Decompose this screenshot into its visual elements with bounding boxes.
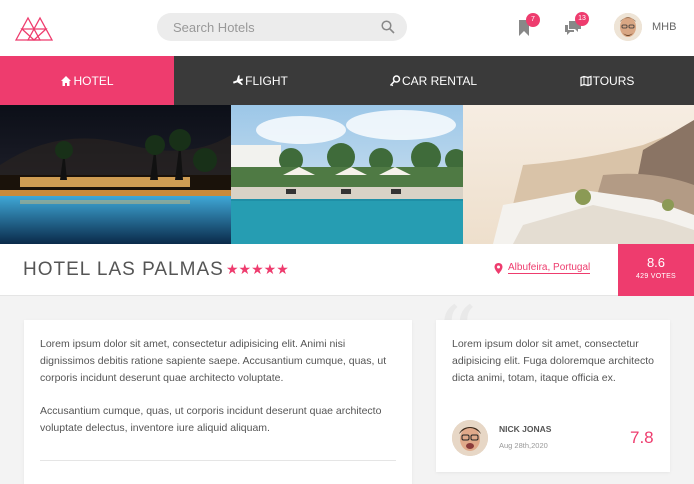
photo-gallery xyxy=(0,105,694,244)
location-link[interactable]: Albufeira, Portugal xyxy=(508,262,591,274)
hotel-score: 8.6 xyxy=(646,255,666,270)
nav-label-hotel: HOTEL xyxy=(73,73,114,88)
description-card: Lorem ipsum dolor sit amet, consectetur … xyxy=(24,320,412,484)
nav-label-tours: TOURS xyxy=(592,73,635,88)
review-card: Lorem ipsum dolor sit amet, consectetur … xyxy=(436,320,670,472)
nav-item-flight[interactable]: FLIGHT xyxy=(174,56,346,105)
main-nav: HOTEL FLIGHT CAR RENTAL TOURS xyxy=(0,56,694,105)
messages-badge: 13 xyxy=(575,12,589,26)
reviewer-avatar[interactable] xyxy=(452,420,488,456)
hotel-title-bar: HOTEL LAS PALMAS ★★★★★ Albufeira, Portug… xyxy=(0,244,694,296)
username[interactable]: MHB xyxy=(652,21,676,33)
location-pin-icon xyxy=(494,262,503,274)
nav-item-car-rental[interactable]: CAR RENTAL xyxy=(346,56,520,105)
nav-item-tours[interactable]: TOURS xyxy=(520,56,694,105)
hotel-votes: 429 VOTES xyxy=(635,273,677,280)
review-date: Aug 28th,2020 xyxy=(499,441,548,450)
card-divider xyxy=(40,460,396,461)
star-rating: ★★★★★ xyxy=(226,261,289,277)
gallery-photo-cliff-terrace[interactable] xyxy=(463,105,694,244)
hotel-name: HOTEL LAS PALMAS xyxy=(23,259,224,280)
avatar[interactable] xyxy=(614,13,642,41)
gallery-photo-day-pool[interactable] xyxy=(231,105,463,244)
nav-label-car-rental: CAR RENTAL xyxy=(401,73,478,88)
search-icon[interactable] xyxy=(381,20,395,34)
header: 7 13 MHB xyxy=(0,0,694,56)
review-score: 7.8 xyxy=(630,428,654,447)
hotel-location: Albufeira, Portugal xyxy=(494,262,591,274)
nav-label-flight: FLIGHT xyxy=(245,73,288,88)
logo-icon[interactable] xyxy=(14,14,54,42)
plane-icon xyxy=(233,74,244,85)
home-icon xyxy=(61,75,72,86)
reviewer-name[interactable]: NICK JONAS xyxy=(499,424,551,434)
review-text: Lorem ipsum dolor sit amet, consectetur … xyxy=(452,338,654,384)
hotel-score-box: 8.6 429 VOTES xyxy=(618,244,694,296)
key-icon xyxy=(389,74,401,86)
nav-item-hotel[interactable]: HOTEL xyxy=(0,56,174,105)
map-icon xyxy=(579,75,592,86)
description-paragraph-1: Lorem ipsum dolor sit amet, consectetur … xyxy=(40,338,387,384)
gallery-photo-night-pool[interactable] xyxy=(0,105,231,244)
search-input[interactable] xyxy=(173,13,373,41)
search-bar xyxy=(157,13,407,41)
description-paragraph-2: Accusantium cumque, quas, ut corporis in… xyxy=(40,405,382,434)
bookmark-badge: 7 xyxy=(526,13,540,27)
